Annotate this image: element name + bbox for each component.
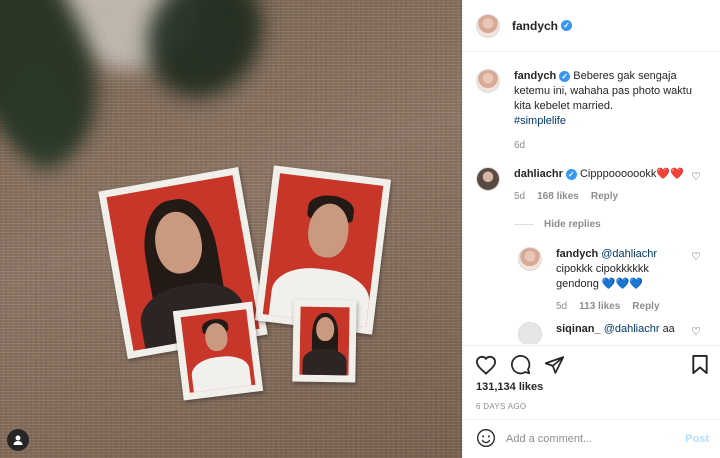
caption-age: 6d (514, 140, 526, 151)
action-bar: 131,134 likes 6 DAYS AGO (463, 345, 720, 417)
add-comment-bar: Post (463, 419, 720, 458)
verified-icon: ✓ (561, 20, 573, 31)
avatar[interactable] (476, 69, 500, 93)
reply-text: cipokkk cipokkkkkk gendong 💙💙💙 (556, 263, 649, 290)
caption-username[interactable]: fandych (514, 70, 556, 82)
comment-age: 5d (514, 191, 526, 202)
reply-likes[interactable]: 113 likes (579, 301, 620, 312)
reply-item: siqinan_ @dahliachr aa ♡ (518, 322, 709, 344)
mention-link[interactable]: @dahliachr (601, 248, 657, 260)
mention-link[interactable]: @dahliachr (604, 323, 660, 335)
reply-button[interactable]: Reply (632, 301, 659, 312)
reply-age: 5d (556, 301, 568, 312)
share-icon[interactable] (544, 355, 565, 375)
post-header: fandych ✓ (463, 0, 720, 52)
caption: fandych ✓ Beberes gak sengaja ketemu ini,… (476, 69, 709, 151)
heart-icon[interactable] (475, 355, 497, 375)
avatar[interactable] (476, 13, 500, 38)
avatar[interactable] (518, 322, 542, 344)
comment-text: Cipppooooookk❤️❤️ (579, 168, 684, 180)
header-username[interactable]: fandych (512, 19, 558, 33)
verified-icon: ✓ (559, 71, 571, 82)
reply-username[interactable]: fandych (556, 248, 598, 260)
emoji-icon[interactable] (476, 428, 496, 451)
comment-like-icon[interactable]: ♡ (691, 170, 701, 183)
post-button[interactable]: Post (685, 433, 709, 445)
reply-username[interactable]: siqinan_ (556, 323, 601, 335)
comment-item: dahliachr ✓ Cipppooooookk❤️❤️ ♡ 5d 168 li… (476, 167, 709, 202)
comment-like-icon[interactable]: ♡ (691, 250, 701, 263)
reply-item: fandych @dahliachr cipokkk cipokkkkkk ge… (518, 247, 709, 312)
comment-like-icon[interactable]: ♡ (691, 325, 701, 338)
post-photo[interactable] (0, 0, 462, 458)
hide-replies-label: Hide replies (544, 219, 601, 230)
comment-icon[interactable] (510, 354, 531, 375)
post-date: 6 DAYS AGO (476, 402, 527, 411)
avatar[interactable] (476, 167, 500, 191)
comment-username[interactable]: dahliachr (514, 168, 563, 180)
hashtag-link[interactable]: #simplelife (514, 115, 566, 127)
user-icon[interactable] (7, 429, 29, 451)
likes-count[interactable]: 131,134 likes (476, 381, 543, 393)
comment-input[interactable] (506, 433, 676, 445)
divider (514, 224, 534, 225)
passport-photo-woman-small (292, 299, 357, 383)
bookmark-icon[interactable] (691, 354, 709, 378)
reply-text: aa (662, 323, 675, 335)
verified-icon: ✓ (565, 169, 577, 180)
reply-button[interactable]: Reply (591, 191, 618, 202)
avatar[interactable] (518, 247, 542, 271)
comment-likes[interactable]: 168 likes (537, 191, 579, 202)
passport-photo-man-small (172, 301, 264, 401)
hide-replies-button[interactable]: Hide replies (514, 219, 601, 230)
comments-list[interactable]: fandych ✓ Beberes gak sengaja ketemu ini,… (463, 52, 720, 344)
post-sidebar: fandych ✓ fandych ✓ Beberes gak sengaja k… (462, 0, 720, 458)
